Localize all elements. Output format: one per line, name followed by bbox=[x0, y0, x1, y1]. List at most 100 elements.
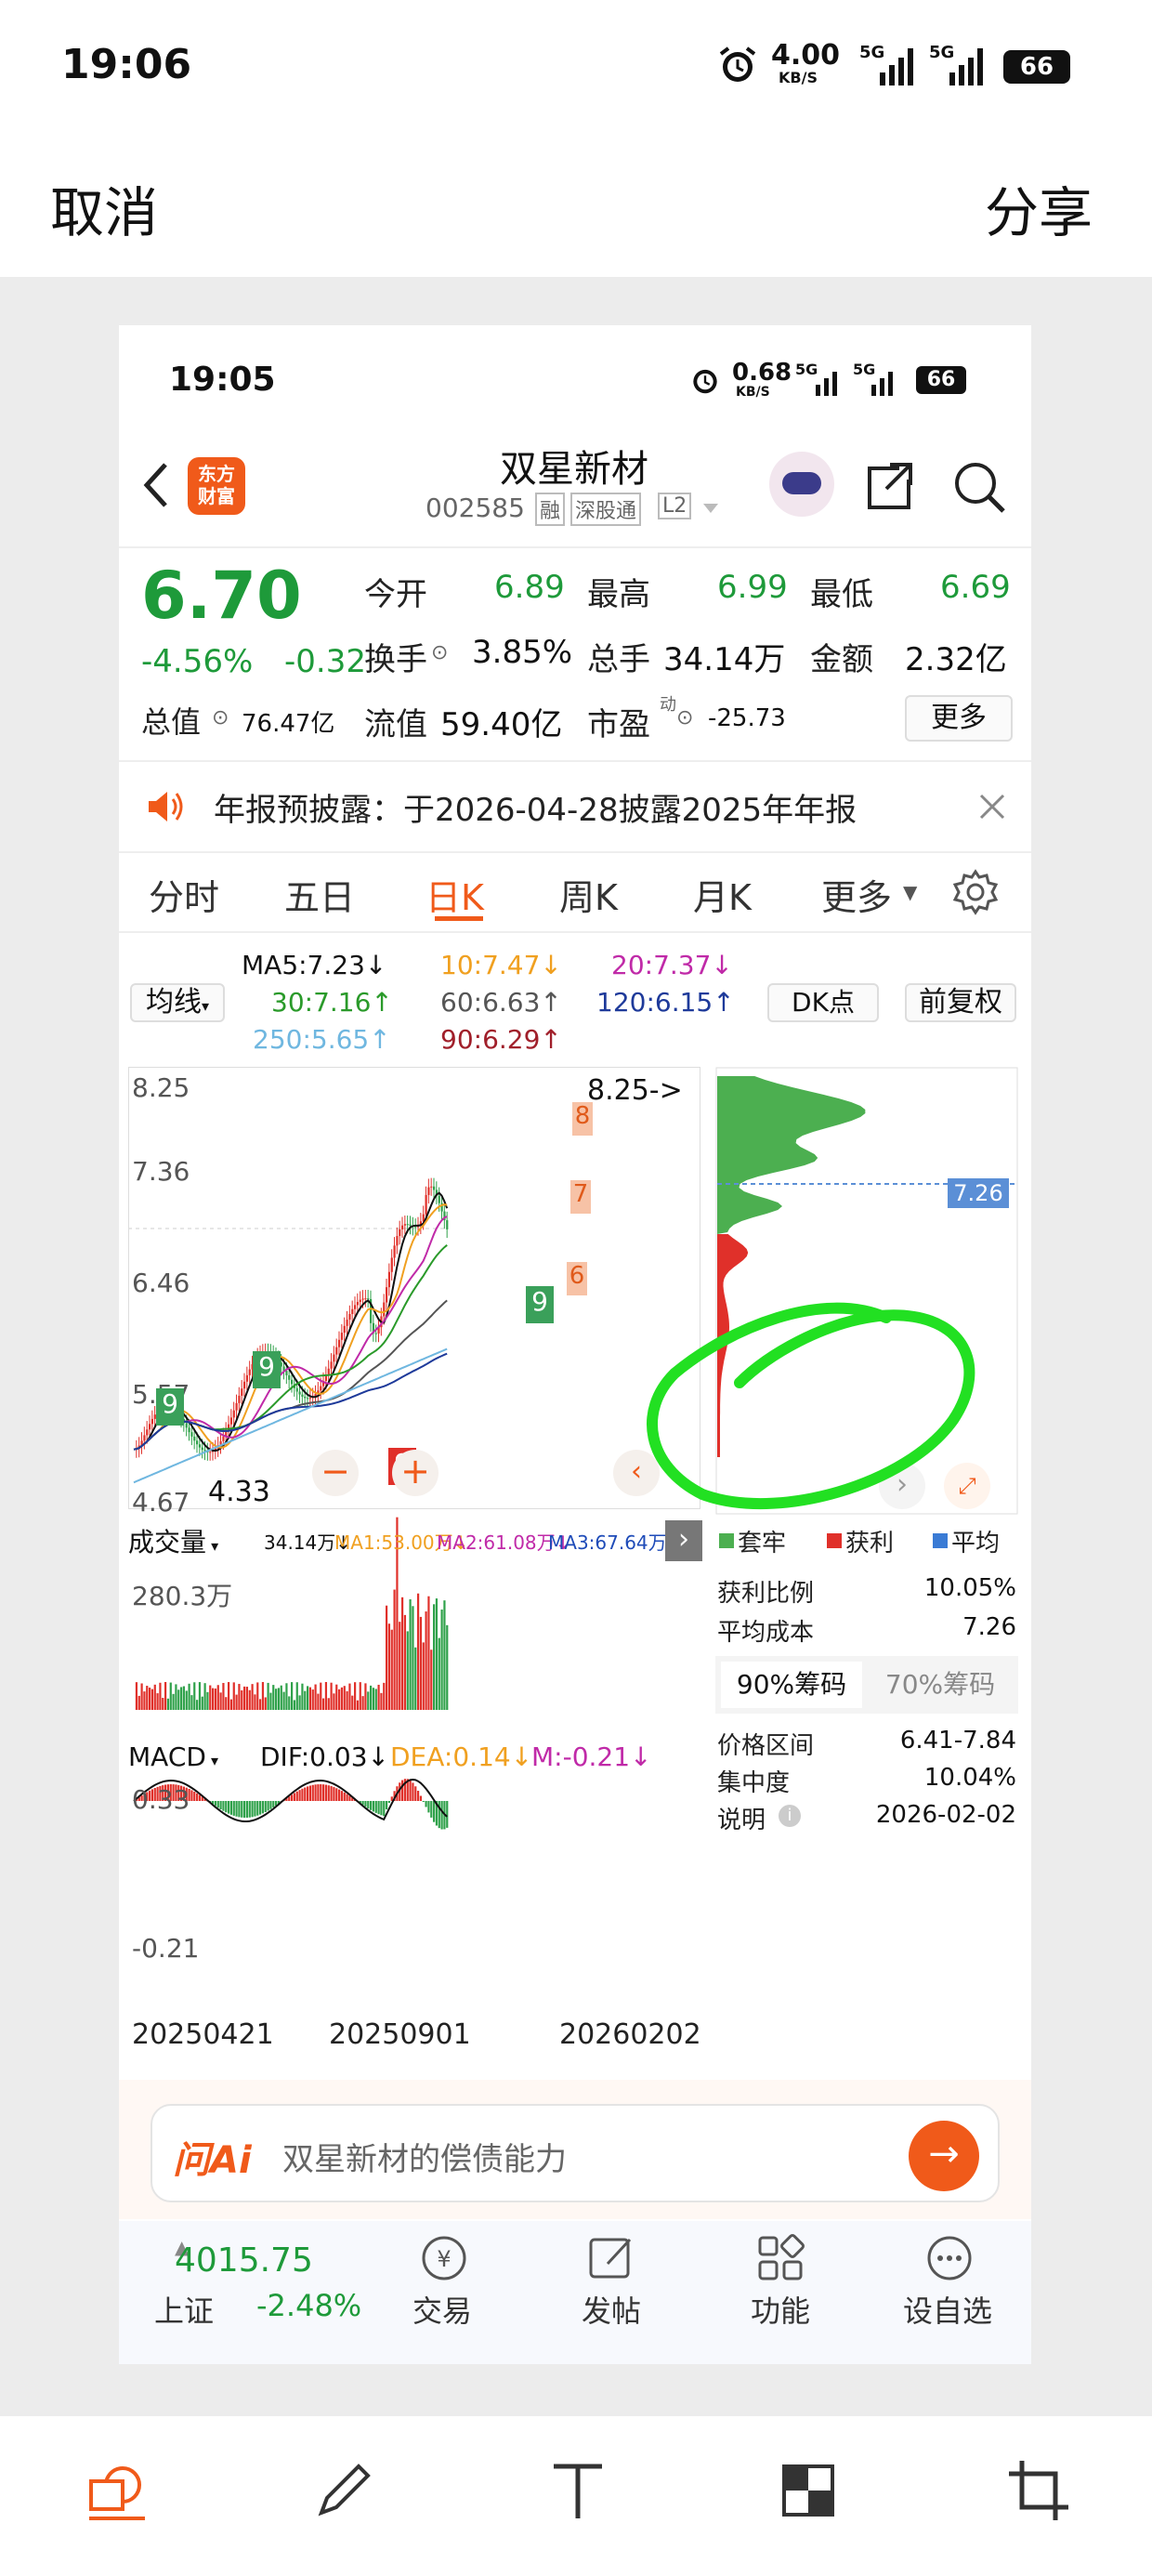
post-icon[interactable] bbox=[582, 2232, 641, 2284]
candle bbox=[307, 1398, 309, 1400]
concentration-value: 10.04% bbox=[923, 1764, 1016, 1792]
ai-input[interactable]: 问Ai 双星新材的偿债能力 → bbox=[151, 2104, 1000, 2202]
ai-send-button[interactable]: → bbox=[909, 2121, 979, 2191]
inner-net-unit: KB/S bbox=[736, 385, 770, 400]
dropdown-arrow-icon[interactable] bbox=[701, 502, 720, 515]
net-unit: KB/S bbox=[779, 69, 818, 86]
tab-five-day[interactable]: 五日 bbox=[284, 869, 355, 920]
signal-label-2: 5G bbox=[929, 43, 955, 62]
candle bbox=[383, 1302, 386, 1317]
high-marker: 8.25-> bbox=[587, 1074, 683, 1107]
macd-bar bbox=[245, 1801, 249, 1818]
macd-bar bbox=[264, 1801, 267, 1812]
volume-bar bbox=[293, 1700, 296, 1710]
volume-bar bbox=[403, 1614, 407, 1710]
volume-bar bbox=[228, 1682, 230, 1710]
volume-bar bbox=[330, 1682, 333, 1710]
share-out-icon[interactable] bbox=[862, 459, 918, 515]
macd-bar bbox=[364, 1801, 367, 1807]
close-icon[interactable] bbox=[977, 792, 1007, 821]
pencil-icon[interactable] bbox=[307, 2453, 381, 2528]
ma-selector[interactable]: 均线▾ bbox=[130, 983, 225, 1022]
candle bbox=[229, 1417, 233, 1425]
turnover-value: 3.85% bbox=[472, 634, 573, 671]
crop-icon[interactable] bbox=[1001, 2453, 1076, 2528]
candle bbox=[364, 1298, 367, 1300]
tab-90-chips[interactable]: 90%筹码 bbox=[721, 1662, 862, 1708]
more-dots-icon[interactable] bbox=[920, 2232, 979, 2284]
td-marker: 9 bbox=[526, 1286, 554, 1323]
index-value[interactable]: 4015.75 bbox=[175, 2241, 313, 2280]
macd-bar bbox=[261, 1801, 265, 1814]
macd-bar bbox=[314, 1784, 317, 1801]
tab-daily-k[interactable]: 日K bbox=[425, 869, 484, 920]
volume-bar bbox=[248, 1689, 251, 1710]
info-icon[interactable]: i bbox=[779, 1805, 801, 1827]
chevron-right-icon[interactable]: › bbox=[665, 1520, 702, 1561]
function-grid-icon[interactable] bbox=[751, 2232, 810, 2284]
share-button[interactable]: 分享 bbox=[985, 169, 1093, 247]
volume-bar bbox=[320, 1682, 322, 1710]
volume-bar bbox=[390, 1629, 393, 1710]
text-tool-icon[interactable] bbox=[541, 2453, 615, 2528]
ma60-value: 60:6.63↑ bbox=[440, 987, 562, 1018]
cancel-button[interactable]: 取消 bbox=[50, 169, 158, 247]
candle bbox=[301, 1394, 304, 1397]
candle bbox=[438, 1195, 440, 1203]
trade-label[interactable]: 交易 bbox=[412, 2288, 472, 2331]
macd-bar bbox=[216, 1801, 219, 1808]
tab-70-chips[interactable]: 70%筹码 bbox=[870, 1662, 1011, 1708]
function-label[interactable]: 功能 bbox=[751, 2288, 810, 2331]
volume-bar bbox=[301, 1683, 304, 1710]
macd-selector[interactable]: MACD ▾ bbox=[128, 1741, 218, 1772]
candle bbox=[304, 1396, 307, 1399]
dk-point-button[interactable]: DK点 bbox=[767, 983, 879, 1022]
adjust-button[interactable]: 前复权 bbox=[905, 983, 1016, 1022]
volume-selector[interactable]: 成交量 ▾ bbox=[128, 1522, 218, 1559]
index-name: 上证 bbox=[154, 2293, 215, 2329]
back-arrow-icon[interactable] bbox=[139, 457, 173, 513]
volume-bar bbox=[272, 1685, 275, 1710]
info-icon[interactable]: ⊙ bbox=[676, 706, 693, 729]
volume-bar bbox=[435, 1598, 439, 1710]
tab-more[interactable]: 更多 bbox=[821, 869, 892, 920]
ma250-value: 250:5.65↑ bbox=[253, 1024, 391, 1055]
macd-bar bbox=[372, 1801, 375, 1812]
trade-icon[interactable]: ¥ bbox=[414, 2232, 474, 2284]
y-label-3: 6.46 bbox=[132, 1268, 190, 1298]
screenshot-preview: 19:05 0.68 KB/S 5G 5G 66 东方 财富 双星新材 0025… bbox=[119, 325, 1031, 2364]
screenshot-tool-icon[interactable] bbox=[80, 2453, 154, 2528]
outer-status-bar: 19:06 4.00 KB/S 5G 5G 66 bbox=[0, 0, 1152, 130]
candle bbox=[387, 1271, 391, 1288]
macd-bar bbox=[440, 1801, 443, 1830]
volume-bar bbox=[229, 1699, 233, 1710]
post-label[interactable]: 发帖 bbox=[582, 2288, 641, 2331]
volume-bar bbox=[364, 1683, 367, 1710]
notice-text[interactable]: 年报预披露：于2026-04-28披露2025年年报 bbox=[214, 784, 857, 830]
candle bbox=[396, 1236, 399, 1246]
ma30-value: 30:7.16↑ bbox=[271, 987, 393, 1018]
macd-bar bbox=[335, 1788, 338, 1801]
info-icon[interactable]: ⊙ bbox=[212, 706, 229, 729]
macd-m: M:-0.21↓ bbox=[531, 1741, 652, 1772]
gear-icon[interactable] bbox=[951, 868, 1000, 916]
macd-bar bbox=[308, 1785, 312, 1801]
more-button[interactable]: 更多 bbox=[905, 695, 1013, 742]
macd-bar bbox=[193, 1792, 196, 1801]
zoom-out-button[interactable]: − bbox=[312, 1450, 359, 1496]
volume-bar bbox=[232, 1682, 235, 1710]
mosaic-icon[interactable] bbox=[771, 2453, 845, 2528]
tab-monthly-k[interactable]: 月K bbox=[693, 869, 752, 920]
tab-weekly-k[interactable]: 周K bbox=[559, 869, 618, 920]
watch-label[interactable]: 设自选 bbox=[903, 2288, 992, 2331]
macd-bar bbox=[307, 1786, 309, 1801]
volume-bar bbox=[401, 1597, 404, 1710]
zoom-in-button[interactable]: + bbox=[392, 1450, 439, 1496]
search-icon[interactable] bbox=[951, 459, 1007, 515]
volume-bar bbox=[308, 1687, 312, 1710]
info-icon[interactable]: ⊙ bbox=[431, 641, 448, 664]
macd-bar bbox=[327, 1785, 330, 1801]
tab-intraday[interactable]: 分时 bbox=[149, 869, 219, 920]
assistant-avatar[interactable] bbox=[769, 452, 834, 517]
pe-label: 市盈 bbox=[587, 706, 650, 743]
